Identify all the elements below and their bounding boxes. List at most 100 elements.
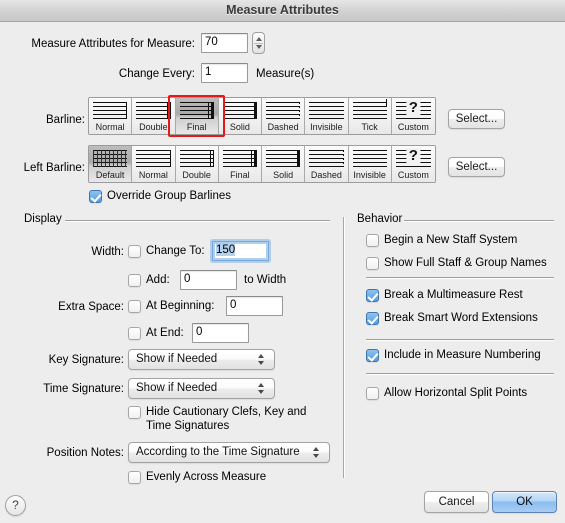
behavior-divider-2 — [366, 339, 554, 340]
left-barline-label: Left Barline: — [23, 162, 85, 174]
at-end-input[interactable]: 0 — [192, 323, 249, 343]
staff-lines-icon — [266, 102, 301, 119]
question-mark-icon: ? — [406, 99, 420, 116]
barline-option-solid[interactable]: Solid — [218, 98, 262, 134]
measure-number-stepper[interactable] — [252, 32, 265, 54]
behavior-label-5: Allow Horizontal Split Points — [384, 387, 528, 399]
time-signature-select[interactable]: Show if Needed — [128, 378, 275, 399]
barline-option-custom[interactable]: ? Custom — [391, 98, 435, 134]
staff-lines-icon — [179, 150, 214, 167]
behavior-checkbox-5[interactable] — [366, 387, 379, 400]
behavior-checkbox-2[interactable] — [366, 289, 379, 302]
measure-number-input[interactable]: 70 — [201, 33, 248, 53]
barline-label: Barline: — [46, 114, 85, 126]
staff-lines-icon — [309, 150, 344, 167]
barline-select-button[interactable]: Select... — [448, 109, 505, 129]
behavior-checkbox-4[interactable] — [366, 349, 379, 362]
staff-lines-icon — [266, 150, 301, 167]
leftbarline-option-normal[interactable]: Normal — [132, 146, 176, 182]
segment-caption: Custom — [397, 170, 429, 180]
staff-lines-icon — [352, 150, 387, 167]
help-button[interactable]: ? — [5, 495, 26, 516]
change-to-checkbox[interactable] — [128, 245, 141, 258]
evenly-across-measure-label: Evenly Across Measure — [146, 471, 267, 483]
behavior-label-4: Include in Measure Numbering — [384, 349, 541, 361]
at-beginning-label: At Beginning: — [146, 300, 215, 312]
time-signature-label: Time Signature: — [43, 383, 124, 395]
time-signature-value: Show if Needed — [136, 382, 218, 394]
segment-caption: Double — [182, 170, 211, 180]
position-notes-label: Position Notes: — [46, 447, 124, 459]
leftbarline-option-dashed[interactable]: Dashed — [305, 146, 349, 182]
behavior-checkbox-1[interactable] — [366, 257, 379, 270]
behavior-label-2: Break a Multimeasure Rest — [384, 289, 523, 301]
question-mark-icon: ? — [406, 147, 420, 164]
barline-option-dashed[interactable]: Dashed — [262, 98, 306, 134]
barline-option-final[interactable]: Final — [175, 98, 219, 134]
segment-caption: Custom — [397, 122, 429, 132]
position-notes-select[interactable]: According to the Time Signature — [128, 442, 330, 463]
staff-lines-icon — [179, 102, 214, 119]
segment-caption: Normal — [95, 122, 125, 132]
key-signature-select[interactable]: Show if Needed — [128, 349, 275, 370]
leftbarline-option-custom[interactable]: ? Custom — [391, 146, 435, 182]
add-width-label: Add: — [146, 274, 170, 286]
chevron-updown-icon — [257, 379, 266, 398]
extra-space-label: Extra Space: — [58, 301, 124, 313]
to-width-label: to Width — [244, 274, 287, 286]
change-every-label: Change Every: — [118, 68, 195, 80]
staff-lines-icon — [136, 102, 171, 119]
left-barline-select-button[interactable]: Select... — [448, 157, 505, 177]
at-beginning-input[interactable]: 0 — [226, 296, 283, 316]
window-titlebar: Measure Attributes — [0, 0, 565, 22]
at-end-label: At End: — [146, 327, 184, 339]
barline-option-tick[interactable]: Tick — [348, 98, 392, 134]
change-every-input[interactable]: 1 — [201, 63, 248, 83]
left-barline-segmented-control[interactable]: Default Normal Double Final Solid Dashed Invis… — [88, 145, 436, 183]
segment-caption: Invisible — [353, 170, 386, 180]
staff-lines-icon — [222, 102, 257, 119]
behavior-group-title: Behavior — [357, 213, 403, 225]
at-beginning-checkbox[interactable] — [128, 300, 141, 313]
window-title: Measure Attributes — [226, 3, 339, 17]
barline-option-normal[interactable]: Normal — [89, 98, 133, 134]
leftbarline-option-double[interactable]: Double — [175, 146, 219, 182]
width-label: Width: — [91, 246, 124, 258]
staff-lines-icon — [93, 102, 128, 119]
behavior-divider-1 — [366, 277, 554, 278]
leftbarline-option-default[interactable]: Default — [89, 146, 133, 182]
hide-cautionary-checkbox[interactable] — [128, 406, 141, 419]
change-to-label: Change To: — [146, 245, 205, 257]
display-group-title: Display — [24, 213, 62, 225]
ok-button[interactable]: OK — [492, 491, 557, 513]
evenly-across-measure-checkbox[interactable] — [128, 471, 141, 484]
barline-option-double[interactable]: Double — [132, 98, 176, 134]
behavior-divider-3 — [366, 373, 554, 374]
leftbarline-option-invisible[interactable]: Invisible — [348, 146, 392, 182]
staff-lines-icon — [309, 102, 344, 119]
display-behavior-divider — [343, 217, 344, 478]
staff-lines-icon: ? — [395, 99, 431, 119]
behavior-group-divider — [404, 220, 554, 221]
behavior-checkbox-0[interactable] — [366, 234, 379, 247]
behavior-checkbox-3[interactable] — [366, 312, 379, 325]
segment-caption: Normal — [138, 170, 168, 180]
barline-option-invisible[interactable]: Invisible — [305, 98, 349, 134]
at-end-checkbox[interactable] — [128, 327, 141, 340]
behavior-label-1: Show Full Staff & Group Names — [384, 257, 547, 269]
cancel-button[interactable]: Cancel — [424, 491, 489, 513]
leftbarline-option-solid[interactable]: Solid — [262, 146, 306, 182]
hide-cautionary-label-line1: Hide Cautionary Clefs, Key and — [146, 406, 307, 418]
leftbarline-option-final[interactable]: Final — [218, 146, 262, 182]
display-group-divider — [65, 220, 330, 221]
override-group-barlines-label: Override Group Barlines — [107, 190, 231, 202]
position-notes-value: According to the Time Signature — [136, 446, 300, 458]
behavior-label-3: Break Smart Word Extensions — [384, 312, 538, 324]
change-to-input[interactable]: 150 — [212, 241, 269, 261]
add-width-checkbox[interactable] — [128, 274, 141, 287]
barline-segmented-control[interactable]: Normal Double Final Solid Dashed Invisible Tic… — [88, 97, 436, 135]
segment-caption: Solid — [229, 122, 250, 132]
staff-lines-icon — [222, 150, 257, 167]
override-group-barlines-checkbox[interactable] — [89, 190, 102, 203]
add-width-input[interactable]: 0 — [180, 270, 237, 290]
